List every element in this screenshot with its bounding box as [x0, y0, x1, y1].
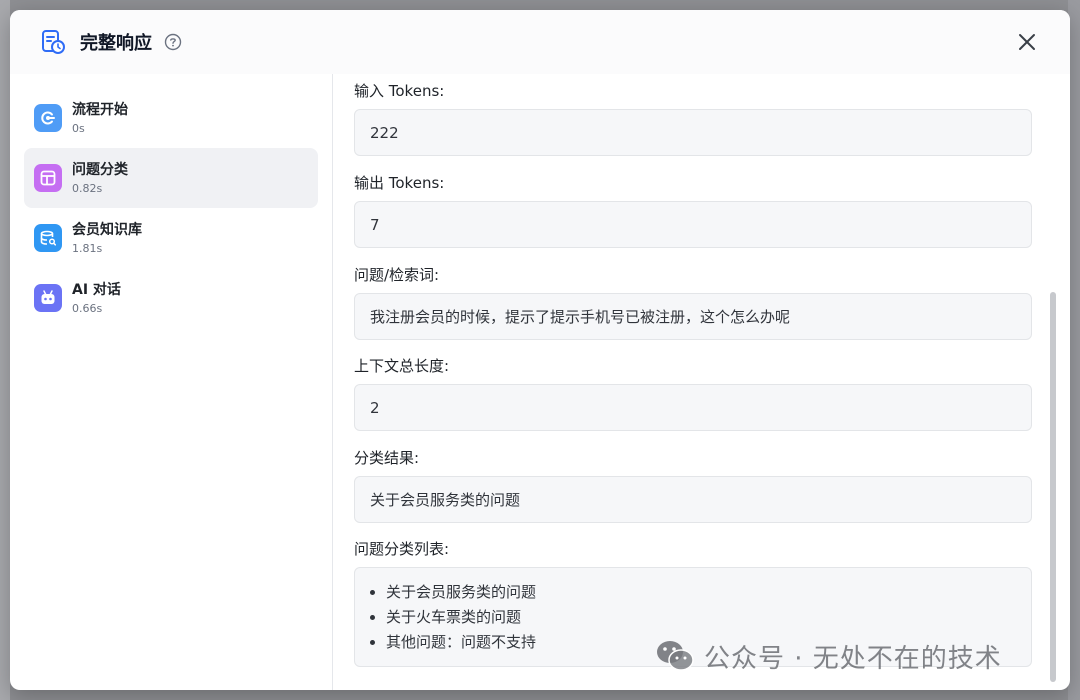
list-item: 关于会员服务类的问题: [386, 580, 536, 605]
modal-title: 完整响应: [80, 33, 152, 54]
class-list: 关于会员服务类的问题 关于火车票类的问题 其他问题：问题不支持: [370, 580, 536, 655]
step-flow-start[interactable]: 流程开始 0s: [24, 88, 318, 148]
input-tokens-field: 输入 Tokens: 222: [354, 81, 1032, 156]
watermark: 公众号 · 无处不在的技术: [654, 638, 1002, 674]
step-time: 0s: [72, 121, 85, 135]
question-circle-icon[interactable]: [164, 33, 182, 51]
classify-layout-icon: [34, 164, 62, 192]
input-tokens-value[interactable]: 222: [354, 109, 1032, 156]
field-label: 分类结果:: [354, 449, 420, 467]
workflow-steps-sidebar: 流程开始 0s 问题分类 0.82s 会员知识库 1.81s AI 对话 0.6…: [10, 74, 333, 690]
log-clock-icon: [40, 29, 66, 55]
classification-result-field: 分类结果: 关于会员服务类的问题: [354, 448, 1032, 523]
watermark-text: 公众号 · 无处不在的技术: [704, 643, 1002, 674]
step-time: 1.81s: [72, 241, 103, 255]
step-question-classify[interactable]: 问题分类 0.82s: [24, 148, 318, 208]
field-label: 上下文总长度:: [354, 357, 450, 375]
step-time: 0.66s: [72, 301, 103, 315]
query-field: 问题/检索词: 我注册会员的时候，提示了提示手机号已被注册，这个怎么办呢: [354, 265, 1032, 340]
classification-result-value[interactable]: 关于会员服务类的问题: [354, 476, 1032, 523]
response-detail-panel: 输入 Tokens: 222 输出 Tokens: 7 问题/检索词: 我注册会…: [334, 74, 1054, 690]
step-name: 流程开始: [72, 101, 128, 118]
background-app-edge: [0, 0, 10, 700]
database-search-icon: [34, 224, 62, 252]
close-button[interactable]: [1014, 29, 1040, 55]
step-member-knowledge-base[interactable]: 会员知识库 1.81s: [24, 208, 318, 268]
field-label: 问题分类列表:: [354, 540, 450, 558]
step-name: AI 对话: [72, 281, 121, 298]
close-icon: [1019, 34, 1035, 50]
output-tokens-field: 输出 Tokens: 7: [354, 173, 1032, 248]
wechat-icon: [657, 641, 694, 671]
field-label: 输入 Tokens:: [354, 82, 445, 100]
list-item: 其他问题：问题不支持: [386, 630, 536, 655]
list-item: 关于火车票类的问题: [386, 605, 536, 630]
context-length-value[interactable]: 2: [354, 384, 1032, 431]
full-response-modal: 完整响应 流程开始 0s 问题分类 0.82s 会员知识库 1.81s AI 对…: [10, 10, 1070, 690]
modal-header: 完整响应: [10, 10, 1070, 74]
ai-robot-icon: [34, 284, 62, 312]
field-label: 输出 Tokens:: [354, 174, 445, 192]
output-tokens-value[interactable]: 7: [354, 201, 1032, 248]
content-scrollbar[interactable]: [1050, 292, 1056, 682]
field-label: 问题/检索词:: [354, 266, 440, 284]
flow-start-icon: [34, 104, 62, 132]
step-name: 会员知识库: [72, 221, 142, 238]
step-name: 问题分类: [72, 161, 128, 178]
query-value[interactable]: 我注册会员的时候，提示了提示手机号已被注册，这个怎么办呢: [354, 293, 1032, 340]
step-ai-chat[interactable]: AI 对话 0.66s: [24, 268, 318, 328]
context-length-field: 上下文总长度: 2: [354, 356, 1032, 431]
step-time: 0.82s: [72, 181, 103, 195]
